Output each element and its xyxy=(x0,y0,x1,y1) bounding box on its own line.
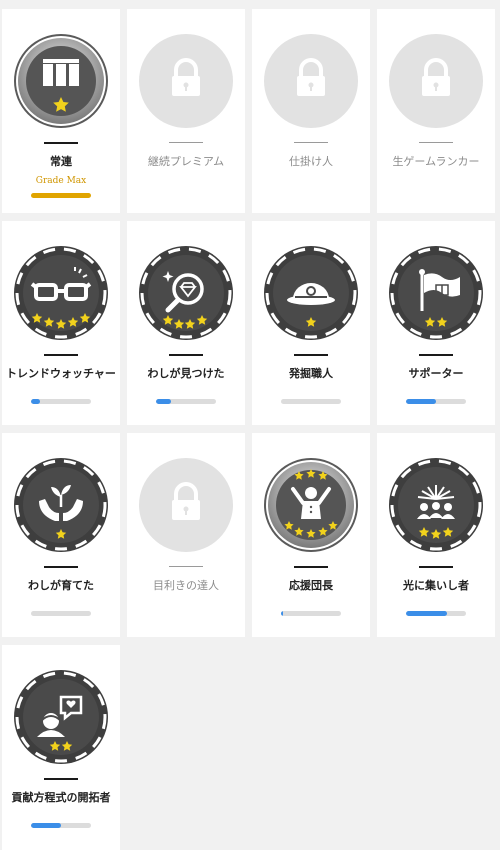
badge-name: 仕掛け人 xyxy=(289,155,333,168)
progress-bar xyxy=(281,611,341,616)
badge-card-contribution-pioneer[interactable]: 貢献方程式の開拓者 xyxy=(2,645,120,850)
explorer-hat-icon xyxy=(263,245,359,341)
magnifier-diamond-icon xyxy=(138,245,234,341)
badge-card-locked[interactable]: 生ゲームランカー xyxy=(377,9,495,213)
progress-bar xyxy=(281,399,341,404)
badge-card-cheer-leader[interactable]: 応援団長 xyxy=(252,433,370,637)
crowd-light-icon xyxy=(388,457,484,553)
lock-icon xyxy=(138,33,234,129)
badge-card-excavator[interactable]: 発掘職人 xyxy=(252,221,370,425)
badge-card-gathered-light[interactable]: 光に集いし者 xyxy=(377,433,495,637)
badge-name: サポーター xyxy=(408,367,464,380)
progress-bar xyxy=(31,611,91,616)
grade-label: Grade Max xyxy=(35,176,87,186)
badge-card-locked[interactable]: 目利きの達人 xyxy=(127,433,245,637)
badge-card-trend-watcher[interactable]: トレンドウォッチャー xyxy=(2,221,120,425)
glasses-icon xyxy=(13,245,109,341)
lock-icon xyxy=(138,457,234,553)
badge-card-joren[interactable]: 常連 Grade Max xyxy=(2,9,120,213)
flag-icon xyxy=(388,245,484,341)
progress-bar xyxy=(31,823,91,828)
lock-icon xyxy=(263,33,359,129)
badge-name: 光に集いし者 xyxy=(403,579,469,592)
badge-grid: 常連 Grade Max 継続プレミアム 仕掛け人 生ゲームランカー トレンドウ… xyxy=(0,0,500,850)
badge-name: 生ゲームランカー xyxy=(392,155,480,168)
lock-icon xyxy=(388,33,484,129)
curtain-icon xyxy=(13,33,109,129)
badge-name: 貢献方程式の開拓者 xyxy=(11,791,111,804)
badge-name: わしが見つけた xyxy=(147,367,225,380)
progress-bar xyxy=(406,611,466,616)
badge-name: 目利きの達人 xyxy=(153,579,219,592)
cheer-leader-icon xyxy=(263,457,359,553)
badge-card-washi-raised[interactable]: わしが育てた xyxy=(2,433,120,637)
badge-name: わしが育てた xyxy=(28,579,94,592)
badge-card-locked[interactable]: 仕掛け人 xyxy=(252,9,370,213)
badge-name: 継続プレミアム xyxy=(147,155,225,168)
grade-bar xyxy=(31,193,91,198)
badge-name: 応援団長 xyxy=(289,579,333,592)
hands-sprout-icon xyxy=(13,457,109,553)
badge-card-locked[interactable]: 継続プレミアム xyxy=(127,9,245,213)
progress-bar xyxy=(31,399,91,404)
chat-heart-icon xyxy=(13,669,109,765)
progress-bar xyxy=(406,399,466,404)
badge-name: 発掘職人 xyxy=(289,367,333,380)
badge-name: 常連 xyxy=(50,155,72,168)
badge-card-washi-found[interactable]: わしが見つけた xyxy=(127,221,245,425)
badge-name: トレンドウォッチャー xyxy=(6,367,116,380)
progress-bar xyxy=(156,399,216,404)
badge-card-supporter[interactable]: サポーター xyxy=(377,221,495,425)
